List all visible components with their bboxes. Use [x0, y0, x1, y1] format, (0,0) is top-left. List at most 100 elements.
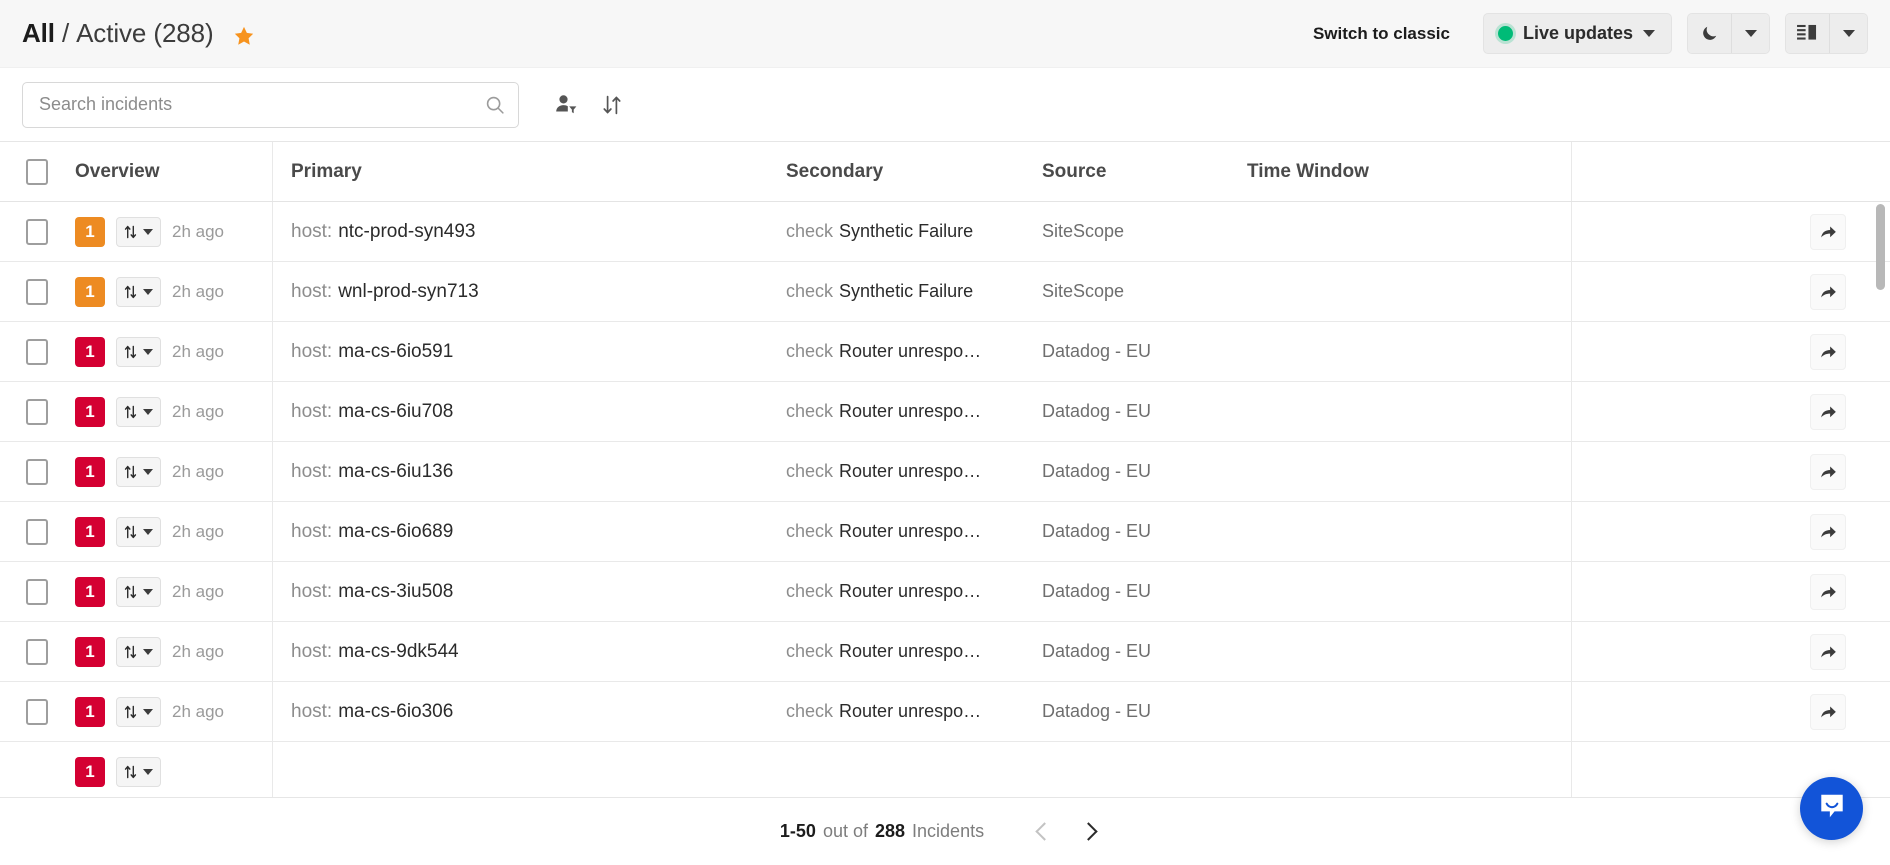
search-icon[interactable] [484, 94, 506, 116]
row-share-button[interactable] [1810, 453, 1846, 490]
row-select-checkbox[interactable] [25, 458, 48, 485]
incidents-page: All / Active (288) Switch to classic Liv… [0, 0, 1890, 865]
column-header-overview[interactable]: Overview [73, 142, 273, 201]
row-select-cell [0, 322, 73, 381]
select-all-checkbox[interactable] [25, 158, 48, 185]
table-row[interactable]: 1 2h ago host: ma-cs-6io689 check Router unre… [0, 502, 1890, 562]
table-row[interactable]: 1 2h ago host: wnl-prod-syn713 check Syntheti… [0, 262, 1890, 322]
dark-mode-dropdown-toggle[interactable] [1731, 14, 1769, 53]
chat-launcher-button[interactable] [1800, 777, 1863, 840]
table-row[interactable]: 1 [0, 742, 1890, 797]
row-select-checkbox[interactable] [25, 518, 48, 545]
row-select-cell [0, 442, 73, 501]
pagination-prev-button[interactable] [1022, 810, 1066, 854]
row-primary-cell: host: ma-cs-9dk544 [273, 622, 786, 681]
row-source-cell: Datadog - EU [1042, 521, 1152, 541]
row-primary-value: ma-cs-9dk544 [338, 640, 459, 662]
row-primary-cell: host: wnl-prod-syn713 [273, 262, 786, 321]
table-row[interactable]: 1 2h ago host: ma-cs-6iu136 check Router unre… [0, 442, 1890, 502]
star-icon[interactable] [233, 25, 255, 47]
row-secondary-cell: check Router unrespo… [786, 322, 1042, 381]
column-header-primary[interactable]: Primary [273, 142, 786, 201]
table-row[interactable]: 1 2h ago host: ntc-prod-syn493 check Syntheti… [0, 202, 1890, 262]
severity-menu-button[interactable] [116, 576, 161, 607]
table-body: 1 2h ago host: ntc-prod-syn493 check Syntheti… [0, 202, 1890, 797]
row-secondary-cell: check Synthetic Failure [786, 202, 1042, 261]
row-actions-cell [1572, 442, 1890, 501]
row-age: 2h ago [172, 401, 224, 421]
row-share-button[interactable] [1810, 273, 1846, 310]
severity-menu-button[interactable] [116, 216, 161, 247]
chevron-down-icon [143, 348, 153, 355]
layout-columns-icon[interactable] [1786, 14, 1829, 53]
layout-dropdown-toggle[interactable] [1829, 14, 1867, 53]
row-time-window-cell [1247, 442, 1572, 501]
column-header-time-window[interactable]: Time Window [1247, 142, 1572, 201]
row-primary-value: ma-cs-6iu708 [338, 400, 454, 422]
moon-icon[interactable] [1688, 14, 1731, 53]
table-scrollbar-thumb[interactable] [1876, 204, 1885, 290]
row-primary-key: host: [291, 700, 333, 722]
row-overview-cell: 1 2h ago [73, 202, 273, 261]
row-secondary-cell: check Router unrespo… [786, 682, 1042, 741]
sort-updown-icon [124, 645, 137, 658]
row-select-checkbox[interactable] [25, 218, 48, 245]
table-row[interactable]: 1 2h ago host: ma-cs-3iu508 check Router unre… [0, 562, 1890, 622]
incidents-grid: Overview Primary Secondary Source Time W… [0, 142, 1890, 797]
row-share-button[interactable] [1810, 573, 1846, 610]
severity-menu-button[interactable] [116, 516, 161, 547]
row-share-button[interactable] [1810, 693, 1846, 730]
column-header-source[interactable]: Source [1042, 142, 1247, 201]
row-actions-cell [1572, 562, 1890, 621]
table-row[interactable]: 1 2h ago host: ma-cs-6iu708 check Router unre… [0, 382, 1890, 442]
table-row[interactable]: 1 2h ago host: ma-cs-6io306 check Router unre… [0, 682, 1890, 742]
row-select-checkbox[interactable] [25, 278, 48, 305]
severity-menu-button[interactable] [116, 456, 161, 487]
row-secondary-value: Router unrespo… [839, 641, 982, 661]
row-secondary-value: Router unrespo… [839, 401, 982, 421]
table-row[interactable]: 1 2h ago host: ma-cs-9dk544 check Router unre… [0, 622, 1890, 682]
row-select-checkbox[interactable] [25, 578, 48, 605]
severity-menu-button[interactable] [116, 396, 161, 427]
row-share-button[interactable] [1810, 633, 1846, 670]
row-select-cell [0, 202, 73, 261]
user-filter-icon[interactable] [543, 82, 589, 128]
severity-badge: 1 [75, 396, 105, 427]
row-select-checkbox[interactable] [25, 698, 48, 725]
switch-to-classic-link[interactable]: Switch to classic [1313, 24, 1450, 44]
dark-mode-split-button[interactable] [1687, 13, 1770, 54]
row-select-checkbox[interactable] [25, 398, 48, 425]
sort-updown-icon [124, 705, 137, 718]
row-share-button[interactable] [1810, 513, 1846, 550]
sort-icon[interactable] [589, 82, 635, 128]
row-select-cell [0, 562, 73, 621]
pagination-next-button[interactable] [1066, 810, 1110, 854]
severity-menu-button[interactable] [116, 696, 161, 727]
row-select-checkbox[interactable] [25, 338, 48, 365]
chevron-down-icon [143, 468, 153, 475]
breadcrumb-current[interactable]: Active (288) [76, 18, 214, 49]
row-secondary-cell: check Synthetic Failure [786, 262, 1042, 321]
row-time-window-cell [1247, 742, 1572, 797]
layout-split-button[interactable] [1785, 13, 1868, 54]
row-overview-cell: 1 [73, 742, 273, 797]
row-actions-cell [1572, 682, 1890, 741]
row-select-cell [0, 742, 73, 797]
severity-menu-button[interactable] [116, 636, 161, 667]
row-overview-cell: 1 2h ago [73, 622, 273, 681]
row-share-button[interactable] [1810, 213, 1846, 250]
breadcrumb-root[interactable]: All [22, 18, 55, 49]
row-age: 2h ago [172, 341, 224, 361]
row-share-button[interactable] [1810, 393, 1846, 430]
search-input[interactable] [22, 81, 519, 128]
row-select-checkbox[interactable] [25, 638, 48, 665]
severity-menu-button[interactable] [116, 276, 161, 307]
severity-menu-button[interactable] [116, 336, 161, 367]
column-header-secondary[interactable]: Secondary [786, 142, 1042, 201]
severity-badge: 1 [75, 696, 105, 727]
live-updates-button[interactable]: Live updates [1482, 13, 1672, 54]
share-icon [1820, 226, 1836, 238]
table-row[interactable]: 1 2h ago host: ma-cs-6io591 check Router unre… [0, 322, 1890, 382]
severity-menu-button[interactable] [116, 756, 161, 787]
row-share-button[interactable] [1810, 333, 1846, 370]
